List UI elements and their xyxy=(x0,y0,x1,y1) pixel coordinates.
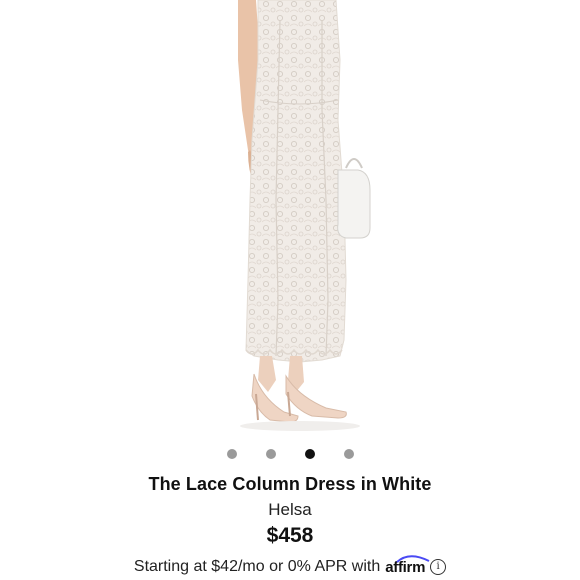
carousel-dot-3-active[interactable] xyxy=(304,449,315,459)
carousel-dot-4[interactable] xyxy=(343,449,354,459)
product-brand[interactable]: Helsa xyxy=(0,500,580,520)
product-title: The Lace Column Dress in White xyxy=(148,474,432,494)
financing-text: Starting at $42/mo or 0% APR with xyxy=(133,558,381,575)
carousel-dot-1[interactable] xyxy=(226,449,237,459)
info-circle-icon[interactable]: i xyxy=(430,559,447,575)
carousel-dot-2[interactable] xyxy=(265,449,276,459)
product-price: $458 xyxy=(266,524,314,547)
image-carousel-dots xyxy=(0,449,580,459)
product-image[interactable] xyxy=(150,0,430,440)
product-page: The Lace Column Dress in White Helsa $45… xyxy=(0,0,580,580)
financing-info: Starting at $42/mo or 0% APR with affirm… xyxy=(0,554,580,576)
affirm-arc-icon xyxy=(396,554,430,563)
affirm-logo-icon: affirm xyxy=(385,554,430,576)
